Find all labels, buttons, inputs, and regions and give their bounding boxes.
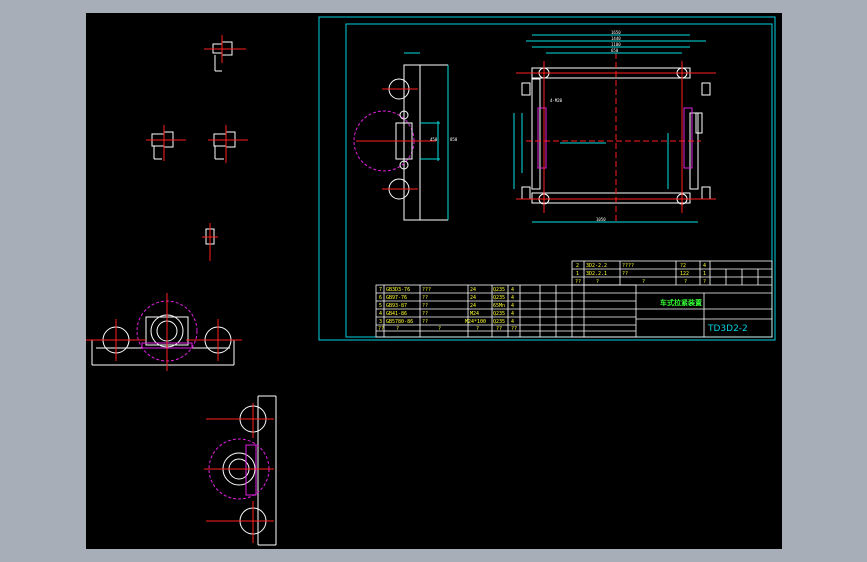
bom-row-5-no: 5 <box>379 303 382 309</box>
bom-r-row-1-w: 1 <box>703 271 706 277</box>
bom-header-no: ?? <box>378 326 384 332</box>
bom-r-row-2-w: 4 <box>703 263 706 269</box>
dim-650: 650 <box>611 48 619 53</box>
bom-row-6-w: 4 <box>511 295 514 301</box>
bolt-detail-top <box>204 35 246 72</box>
detail-views <box>146 35 248 261</box>
bom-r-header-code: ? <box>596 279 599 285</box>
bom-row-4-qty: M24 <box>470 311 479 317</box>
bom-row-6-mat: Q235 <box>493 295 505 301</box>
cad-viewport[interactable]: 1650 1440 1100 650 850 450 1050 4-M20 7 … <box>86 13 782 549</box>
bom-r-row-2-qty: ?2 <box>680 263 686 269</box>
bom-row-4-mat: Q235 <box>493 311 505 317</box>
bom-header-qty: ? <box>476 326 479 332</box>
bom-row-7-qty: 24 <box>470 287 476 293</box>
bom-right-text: 2 3D2-2.2 ???? ?2 4 1 3D2.2.1 ?? 122 1 ?… <box>575 263 706 285</box>
bom-r-row-2-name: ???? <box>622 263 634 269</box>
dim-1100: 1100 <box>611 42 621 47</box>
bom-row-3-no: 3 <box>379 319 382 325</box>
bom-r-row-1-code: 3D2.2.1 <box>586 271 607 277</box>
bom-header-mat: ?? <box>496 326 502 332</box>
drawing-title: 车式拉紧装置 <box>660 298 702 307</box>
bom-row-3-code: GB5780-86 <box>386 319 413 325</box>
bom-r-header-no: ?? <box>575 279 581 285</box>
bom-row-5-name: ?? <box>422 303 428 309</box>
dim-1050: 1050 <box>596 217 606 222</box>
bom-header-w: ?? <box>511 326 517 332</box>
bom-row-7-mat: Q235 <box>493 287 505 293</box>
bom-row-7-name: ??? <box>422 287 431 293</box>
trolley-side-view <box>204 395 277 546</box>
bom-row-4-no: 4 <box>379 311 382 317</box>
pin-detail <box>202 223 218 261</box>
dim-1650: 1650 <box>611 30 621 35</box>
bom-row-4-code: GB41-86 <box>386 311 407 317</box>
bom-row-5-mat: 65Mn <box>493 303 505 309</box>
bom-row-3-qty: M24*100 <box>465 319 486 325</box>
bom-row-6-qty: 24 <box>470 295 476 301</box>
dim-850: 850 <box>450 137 458 142</box>
trolley-front-view <box>86 293 242 371</box>
bolt-detail-right <box>208 125 248 163</box>
bom-row-4-name: ?? <box>422 311 428 317</box>
note-4-m20: 4-M20 <box>550 98 563 103</box>
sheet-plan-view <box>513 34 716 223</box>
bom-r-row-1-name: ?? <box>622 271 628 277</box>
bom-r-header-qty: ? <box>684 279 687 285</box>
bom-row-3-mat: Q235 <box>493 319 505 325</box>
bom-r-row-2-code: 3D2-2.2 <box>586 263 607 269</box>
bom-row-5-qty: 24 <box>470 303 476 309</box>
bom-row-3-name: ?? <box>422 319 428 325</box>
drawing-number: TD3D2-2 <box>707 324 748 334</box>
bom-header-name: ? <box>438 326 441 332</box>
dim-1440: 1440 <box>611 36 621 41</box>
cad-drawing: 1650 1440 1100 650 850 450 1050 4-M20 7 … <box>86 16 776 546</box>
bom-row-6-no: 6 <box>379 295 382 301</box>
bom-row-3-w: 4 <box>511 319 514 325</box>
bom-r-row-1-no: 1 <box>576 271 579 277</box>
bom-row-6-name: ?? <box>422 295 428 301</box>
bom-row-6-code: GB97-76 <box>386 295 407 301</box>
bom-r-row-1-qty: 122 <box>680 271 689 277</box>
bom-r-header-name: ? <box>642 279 645 285</box>
bom-row-4-w: 4 <box>511 311 514 317</box>
bom-r-row-2-no: 2 <box>576 263 579 269</box>
bolt-detail-left <box>146 125 186 161</box>
dim-450: 450 <box>430 137 438 142</box>
bom-header-code: ? <box>396 326 399 332</box>
bom-row-5-w: 4 <box>511 303 514 309</box>
bom-row-7-w: 4 <box>511 287 514 293</box>
bom-row-7-code: GB3D3-76 <box>386 287 410 293</box>
bom-row-7-no: 7 <box>379 287 382 293</box>
bom-r-header-w: ? <box>703 279 706 285</box>
bom-row-5-code: GB93-87 <box>386 303 407 309</box>
